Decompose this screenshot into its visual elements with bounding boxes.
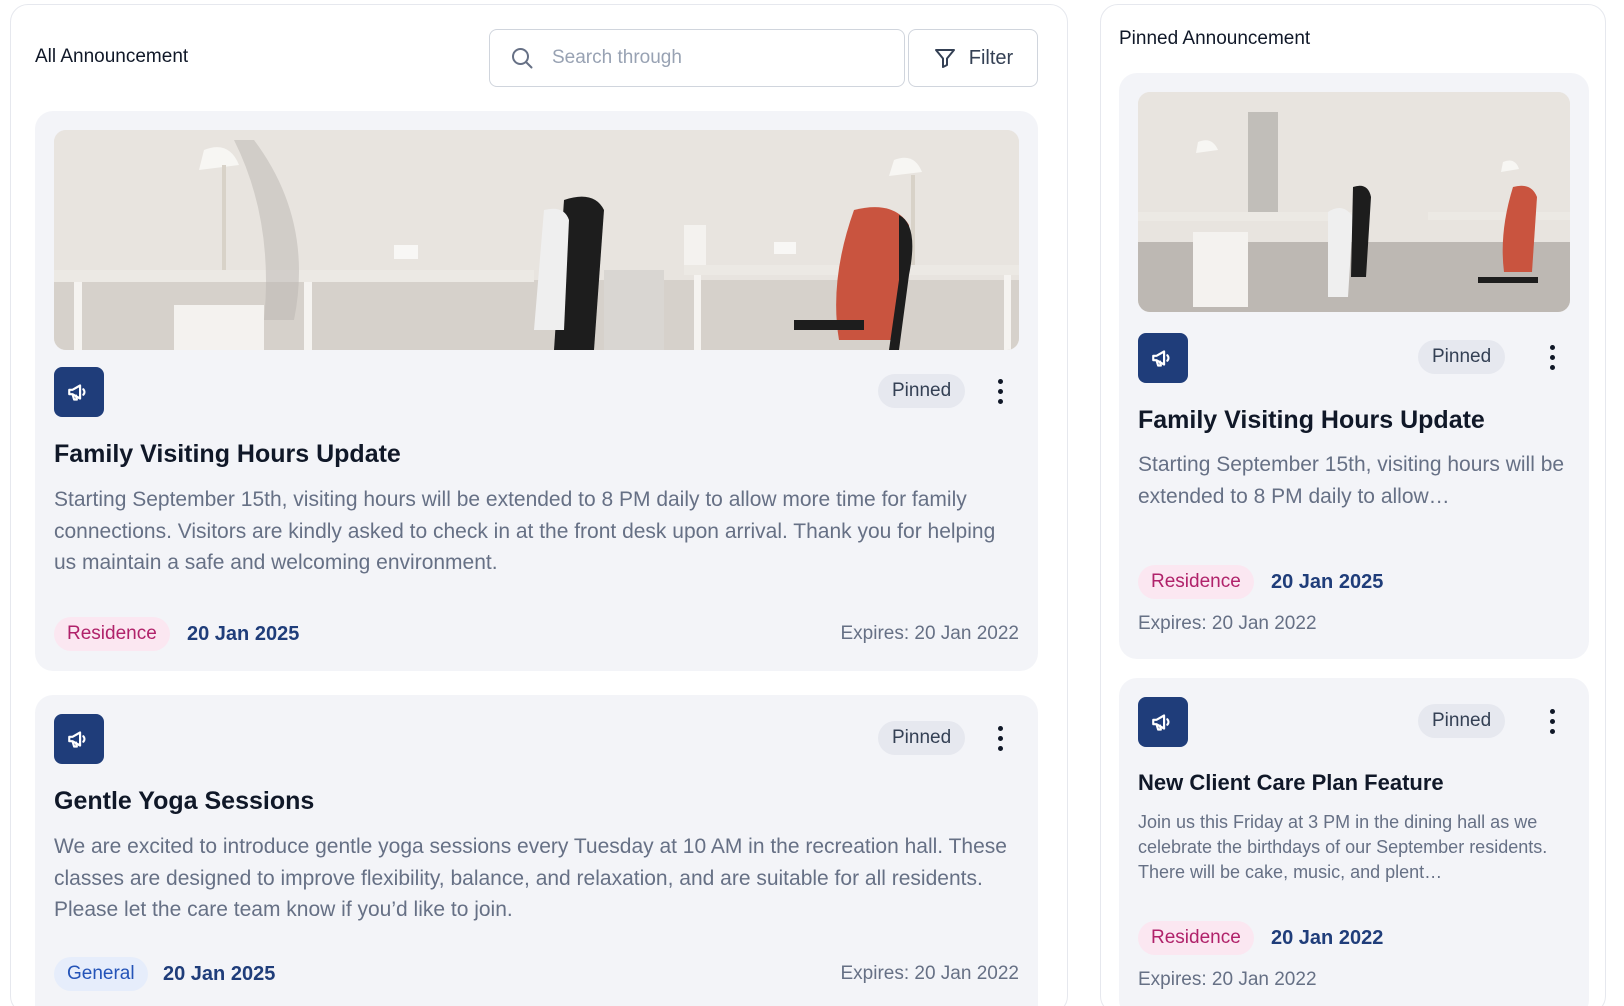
category-tag: Residence <box>54 617 170 651</box>
announcement-card[interactable]: Pinned Family Visiting Hours Update Star… <box>35 111 1038 671</box>
category-tag: Residence <box>1138 921 1254 955</box>
category-tag: Residence <box>1138 565 1254 599</box>
pinned-badge: Pinned <box>1418 340 1506 374</box>
search-input[interactable] <box>552 47 882 69</box>
expires-text: Expires: 20 Jan 2022 <box>840 963 1019 984</box>
announcement-title: Family Visiting Hours Update <box>54 440 401 468</box>
filter-button[interactable]: Filter <box>908 29 1038 87</box>
announcement-date: 20 Jan 2025 <box>163 963 276 985</box>
pinned-body: Starting September 15th, visiting hours … <box>1138 453 1565 508</box>
announcement-body: We are excited to introduce gentle yoga … <box>54 835 1007 921</box>
filter-label: Filter <box>968 46 1014 69</box>
megaphone-icon-tile <box>1138 697 1188 747</box>
pinned-card[interactable]: Pinned Family Visiting Hours Update Star… <box>1119 73 1589 659</box>
megaphone-icon <box>1152 350 1170 367</box>
kebab-menu-icon[interactable] <box>1540 340 1564 374</box>
all-announcements-title: All Announcement <box>35 46 189 67</box>
pinned-date: 20 Jan 2025 <box>1271 571 1384 593</box>
search-icon <box>512 48 533 69</box>
office-photo <box>54 130 1019 350</box>
megaphone-icon <box>68 731 86 748</box>
filter-icon <box>934 49 955 68</box>
announcement-title: Gentle Yoga Sessions <box>54 787 315 815</box>
pinned-title: New Client Care Plan Feature <box>1138 770 1444 795</box>
kebab-menu-icon[interactable] <box>1540 704 1564 738</box>
expires-text: Expires: 20 Jan 2022 <box>1138 613 1317 634</box>
megaphone-icon-tile <box>54 367 104 417</box>
expires-text: Expires: 20 Jan 2022 <box>840 623 1019 644</box>
megaphone-icon-tile <box>54 714 104 764</box>
pinned-badge: Pinned <box>1418 704 1506 738</box>
category-tag: General <box>54 957 148 991</box>
megaphone-icon <box>68 384 86 401</box>
announcement-body: Starting September 15th, visiting hours … <box>54 488 996 574</box>
pinned-announcements-panel: Pinned Announcement Pinned Family Visiti… <box>1100 4 1606 1006</box>
pinned-badge: Pinned <box>878 374 966 408</box>
kebab-menu-icon[interactable] <box>988 374 1012 408</box>
megaphone-icon-tile <box>1138 333 1188 383</box>
all-announcements-panel: All Announcement Filter <box>10 4 1068 1006</box>
announcement-image <box>54 130 1019 350</box>
announcement-date: 20 Jan 2025 <box>187 623 300 645</box>
pinned-badge: Pinned <box>878 721 966 755</box>
pinned-body: Join us this Friday at 3 PM in the dinin… <box>1138 812 1548 882</box>
search-box[interactable] <box>489 29 905 87</box>
expires-text: Expires: 20 Jan 2022 <box>1138 969 1317 990</box>
pinned-date: 20 Jan 2022 <box>1271 927 1384 949</box>
pinned-announcements-title: Pinned Announcement <box>1119 28 1311 49</box>
pinned-card[interactable]: Pinned New Client Care Plan Feature Join… <box>1119 678 1589 1006</box>
announcement-card[interactable]: Pinned Gentle Yoga Sessions We are excit… <box>35 695 1038 1006</box>
pinned-title: Family Visiting Hours Update <box>1138 406 1485 434</box>
megaphone-icon <box>1152 714 1170 731</box>
office-photo <box>1138 92 1570 312</box>
pinned-image <box>1138 92 1570 312</box>
kebab-menu-icon[interactable] <box>988 721 1012 755</box>
